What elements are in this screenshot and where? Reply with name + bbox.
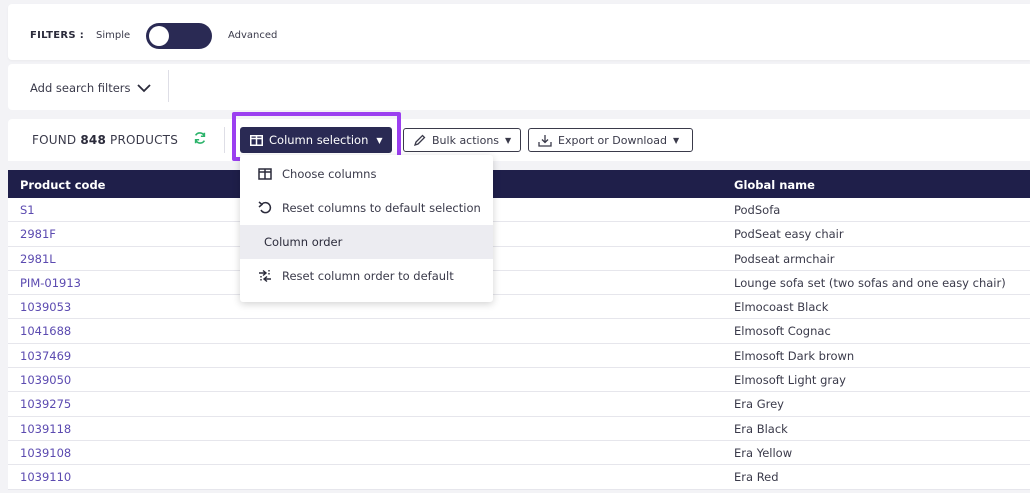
product-code-link[interactable]: 1039053 (20, 300, 71, 314)
table-row: S1 PodSofa (8, 198, 1030, 223)
menu-item-choose-columns[interactable]: Choose columns (240, 157, 493, 191)
menu-item-label: Choose columns (282, 167, 377, 181)
global-name-cell: PodSeat easy chair (734, 227, 844, 242)
columns-icon (250, 134, 263, 146)
menu-section-column-order: Column order (240, 225, 493, 259)
table-row: 1041688 Elmosoft Cognac (8, 319, 1030, 344)
table-row: 1039275 Era Grey (8, 392, 1030, 417)
search-filters-bar: Add search filters (8, 64, 1030, 110)
global-name-cell: PodSofa (734, 203, 781, 217)
filters-label: FILTERS : (30, 30, 85, 41)
columns-icon (258, 168, 272, 180)
toggle-knob (149, 26, 169, 46)
advanced-mode-label[interactable]: Advanced (228, 30, 277, 41)
table-row: 1037469 Elmosoft Dark brown (8, 344, 1030, 369)
table-row: PIM-01913 Lounge sofa set (two sofas and … (8, 271, 1030, 296)
global-name-cell: Era Black (734, 421, 788, 436)
global-name-cell: Lounge sofa set (two sofas and one easy … (734, 275, 1006, 290)
menu-item-reset-columns[interactable]: Reset columns to default selection (240, 191, 493, 225)
export-download-label: Export or Download (558, 133, 667, 147)
add-search-filters-button[interactable]: Add search filters (30, 81, 151, 95)
simple-mode-label[interactable]: Simple (96, 30, 130, 41)
menu-item-label: Reset columns to default selection (282, 201, 481, 215)
product-code-link[interactable]: 1041688 (20, 324, 71, 338)
bulk-actions-label: Bulk actions (432, 133, 500, 147)
undo-icon (258, 201, 272, 214)
menu-item-label: Reset column order to default (282, 269, 454, 283)
products-table: S1 PodSofa 2981F PodSeat easy chair 2981L P… (8, 198, 1030, 490)
column-header-product-code[interactable]: Product code (20, 178, 106, 192)
product-code-link[interactable]: 1039118 (20, 422, 71, 436)
found-products-count: FOUND 848 PRODUCTS (32, 133, 179, 147)
global-name-cell: Elmosoft Cognac (734, 324, 831, 339)
product-code-link[interactable]: 1037469 (20, 349, 71, 363)
refresh-icon[interactable] (193, 131, 207, 145)
global-name-cell: Elmosoft Dark brown (734, 348, 855, 363)
global-name-cell: Elmocoast Black (734, 300, 829, 315)
table-row: 1039110 Era Red (8, 465, 1030, 490)
global-name-cell: Elmosoft Light gray (734, 373, 846, 388)
chevron-down-icon (136, 84, 151, 93)
column-header-global-name[interactable]: Global name (734, 178, 815, 192)
menu-item-reset-column-order[interactable]: Reset column order to default (240, 259, 493, 293)
product-code-link[interactable]: 1039108 (20, 446, 71, 460)
export-download-button[interactable]: Export or Download ▼ (528, 128, 693, 152)
column-selection-button[interactable]: Column selection ▼ (240, 127, 392, 153)
table-row: 1039053 Elmocoast Black (8, 295, 1030, 320)
add-search-filters-label: Add search filters (30, 81, 131, 95)
product-code-link[interactable]: S1 (20, 203, 35, 217)
global-name-cell: Era Yellow (734, 445, 793, 460)
product-code-link[interactable]: 1039275 (20, 397, 71, 411)
caret-down-icon: ▼ (376, 135, 383, 145)
global-name-cell: Podseat armchair (734, 251, 835, 266)
table-row: 1039118 Era Black (8, 417, 1030, 441)
filter-mode-toggle[interactable] (146, 23, 212, 49)
column-selection-menu: Choose columns Reset columns to default … (240, 155, 493, 302)
column-selection-label: Column selection (269, 133, 369, 147)
global-name-cell: Era Grey (734, 397, 784, 412)
reorder-icon (259, 269, 271, 283)
pencil-icon (413, 134, 426, 146)
caret-down-icon: ▼ (505, 135, 512, 145)
product-code-link[interactable]: 2981F (20, 227, 56, 241)
bulk-actions-button[interactable]: Bulk actions ▼ (403, 128, 521, 152)
caret-down-icon: ▼ (672, 135, 680, 145)
divider (168, 70, 169, 102)
table-row: 2981L Podseat armchair (8, 247, 1030, 271)
table-row: 1039108 Era Yellow (8, 441, 1030, 466)
menu-section-label: Column order (264, 235, 343, 249)
filters-bar: FILTERS : Simple Advanced (8, 4, 1030, 60)
product-code-link[interactable]: 2981L (20, 252, 56, 266)
divider (224, 127, 225, 153)
table-row: 1039050 Elmosoft Light gray (8, 368, 1030, 393)
product-code-link[interactable]: 1039110 (20, 470, 71, 484)
product-code-link[interactable]: 1039050 (20, 373, 71, 387)
download-icon (538, 134, 552, 147)
product-code-link[interactable]: PIM-01913 (20, 276, 81, 290)
table-header: Product code Global name (8, 170, 1030, 198)
global-name-cell: Era Red (734, 470, 779, 485)
table-row: 2981F PodSeat easy chair (8, 222, 1030, 247)
